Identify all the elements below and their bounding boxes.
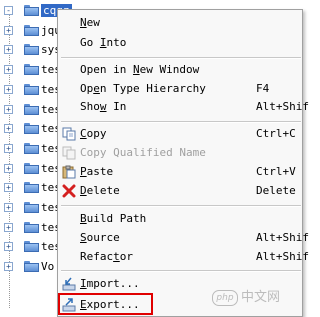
menu-item-go-into[interactable]: Go Into [58,33,304,54]
menu-item-delete-label: Delete [80,184,120,197]
tree-item[interactable]: + tes [0,178,60,198]
folder-icon [24,202,39,213]
delete-icon [62,184,76,198]
tree-item[interactable]: + jqu [0,21,60,41]
tree-item[interactable]: + tes [0,100,60,120]
menu-item-open-new-window[interactable]: Open in New Window [58,60,304,81]
folder-icon [24,24,39,36]
tree-item[interactable]: + tes [0,218,60,238]
menu-item-copy-qualified-name-label: Copy Qualified Name [80,146,206,159]
expand-toggle-icon[interactable]: + [4,143,13,153]
folder-icon [24,44,39,56]
menu-item-source-label: Source [80,231,120,244]
import-icon [62,277,76,291]
folder-icon [24,5,39,16]
menu-separator [61,121,301,123]
tree-item[interactable]: + tes [0,80,60,100]
copy-qualified-icon [62,146,76,160]
folder-icon [24,83,39,95]
menu-item-import-label: Import... [80,277,140,290]
folder-icon [24,261,39,273]
menu-item-refactor-accel: Alt+Shif [256,250,309,263]
menu-item-copy-qualified-name: Copy Qualified Name [58,143,304,164]
tree-item[interactable]: + tes [0,60,60,80]
expand-toggle-icon[interactable]: + [4,104,13,114]
menu-item-delete-accel: Delete [256,184,296,197]
context-menu: New Go Into Open in New Window Open Type… [57,9,309,317]
folder-icon [24,142,39,154]
tree-item[interactable]: + tes [0,119,60,139]
menu-item-source[interactable]: Source Alt+Shif [58,228,309,249]
folder-icon [24,182,39,194]
expand-toggle-icon[interactable]: + [4,45,13,55]
expand-toggle-icon[interactable]: + [4,163,13,173]
menu-item-open-new-window-label: Open in New Window [80,63,200,76]
collapse-toggle-icon[interactable]: - [4,6,13,15]
menu-item-new[interactable]: New [58,13,304,34]
tree-item[interactable]: + sys [0,40,60,60]
package-explorer-tree: -cqgz+jqu+sys+tes+tes+tes+tes+tes+tes+te… [0,0,72,317]
tree-item[interactable]: -cqgz [0,1,72,21]
expand-toggle-icon[interactable]: + [4,183,13,193]
watermark-text: 中文网 [241,290,281,305]
expand-toggle-icon[interactable]: + [4,124,13,134]
menu-item-copy[interactable]: Copy Ctrl+C [58,124,304,145]
menu-item-source-accel: Alt+Shif [256,231,309,244]
folder-icon [24,221,39,233]
expand-toggle-icon[interactable]: + [4,65,13,75]
menu-separator [61,205,301,207]
expand-toggle-icon[interactable]: + [4,25,13,35]
tree-item[interactable]: + tes [0,237,60,257]
menu-item-go-into-label: Go Into [80,36,127,49]
expand-toggle-icon[interactable]: + [4,222,13,232]
folder-icon [24,123,39,135]
expand-toggle-icon[interactable]: + [4,203,13,212]
folder-icon [24,241,39,253]
expand-toggle-icon[interactable]: + [4,84,13,94]
menu-separator [61,57,301,59]
expand-toggle-icon[interactable]: + [4,242,13,252]
tree-item[interactable]: + Vo [0,257,60,277]
menu-item-refactor[interactable]: Refactor Alt+Shif [58,247,309,268]
menu-item-copy-label: Copy [80,127,107,140]
menu-item-open-type-hierarchy-label: Open Type Hierarchy [80,82,206,95]
copy-icon [62,127,76,141]
menu-item-refactor-label: Refactor [80,250,133,263]
folder-icon [24,162,39,174]
tree-item[interactable]: + tes [0,159,60,179]
php-logo: php [212,289,238,306]
paste-icon [62,165,76,179]
menu-item-build-path-label: Build Path [80,212,147,225]
expand-toggle-icon[interactable]: + [4,262,13,272]
menu-item-show-in-label: Show In [80,100,127,113]
menu-item-paste[interactable]: Paste Ctrl+V [58,162,304,183]
menu-item-copy-accel: Ctrl+C [256,127,296,140]
export-highlight-box [58,293,153,315]
menu-item-show-in[interactable]: Show In Alt+Shif [58,97,309,118]
menu-item-new-label: New [80,16,100,29]
menu-separator [61,270,301,272]
tree-item[interactable]: + tes [0,198,60,218]
menu-item-build-path[interactable]: Build Path [58,209,304,230]
tree-item[interactable]: + tes [0,139,60,159]
menu-item-show-in-accel: Alt+Shif [256,100,309,113]
folder-icon [24,103,39,115]
watermark: php 中文网 [212,286,280,306]
folder-icon [24,64,39,76]
menu-item-paste-accel: Ctrl+V [256,165,296,178]
menu-item-open-type-hierarchy-accel: F4 [256,82,270,95]
menu-item-delete[interactable]: Delete Delete [58,181,304,202]
menu-item-paste-label: Paste [80,165,114,178]
